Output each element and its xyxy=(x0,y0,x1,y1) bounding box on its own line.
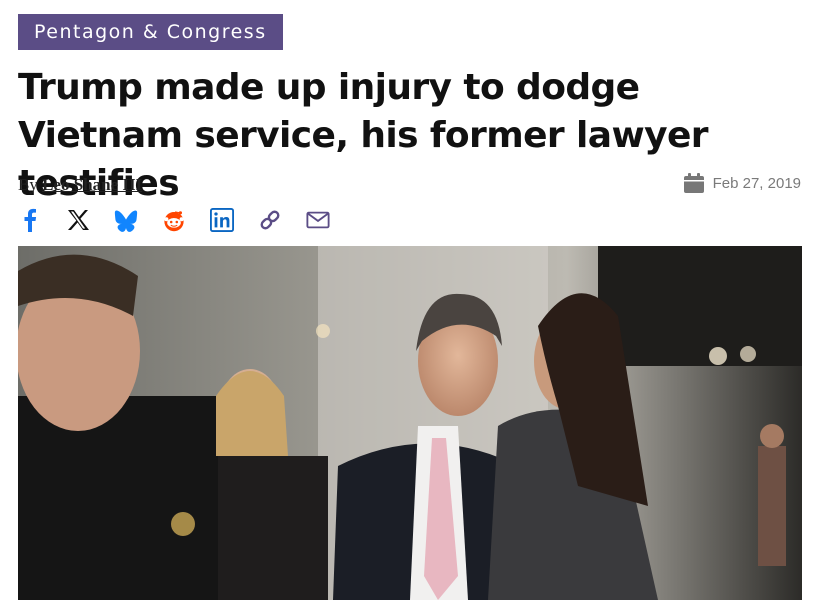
copy-link-button[interactable] xyxy=(258,206,282,234)
bluesky-icon xyxy=(114,210,138,232)
reddit-share-button[interactable] xyxy=(162,206,186,234)
reddit-icon xyxy=(164,211,184,232)
linkedin-icon xyxy=(210,208,234,232)
facebook-share-button[interactable] xyxy=(18,206,42,234)
calendar-icon xyxy=(683,173,704,193)
x-share-button[interactable] xyxy=(66,206,90,234)
email-icon xyxy=(306,211,330,229)
x-icon xyxy=(68,210,89,230)
share-bar xyxy=(18,206,354,234)
publish-date: Feb 27, 2019 xyxy=(683,172,801,194)
linkedin-share-button[interactable] xyxy=(210,206,234,234)
bluesky-share-button[interactable] xyxy=(114,206,138,234)
hero-photo-illustration xyxy=(18,246,802,600)
byline: By Leo Shane III xyxy=(18,175,142,195)
email-share-button[interactable] xyxy=(306,206,330,234)
article-hero-photo xyxy=(18,246,802,600)
byline-prefix: By xyxy=(18,175,38,194)
facebook-icon xyxy=(24,208,37,232)
author-link[interactable]: Leo Shane III xyxy=(42,175,142,194)
section-tag[interactable]: Pentagon & Congress xyxy=(18,14,283,50)
date-text: Feb 27, 2019 xyxy=(712,174,801,192)
link-icon xyxy=(260,210,280,230)
